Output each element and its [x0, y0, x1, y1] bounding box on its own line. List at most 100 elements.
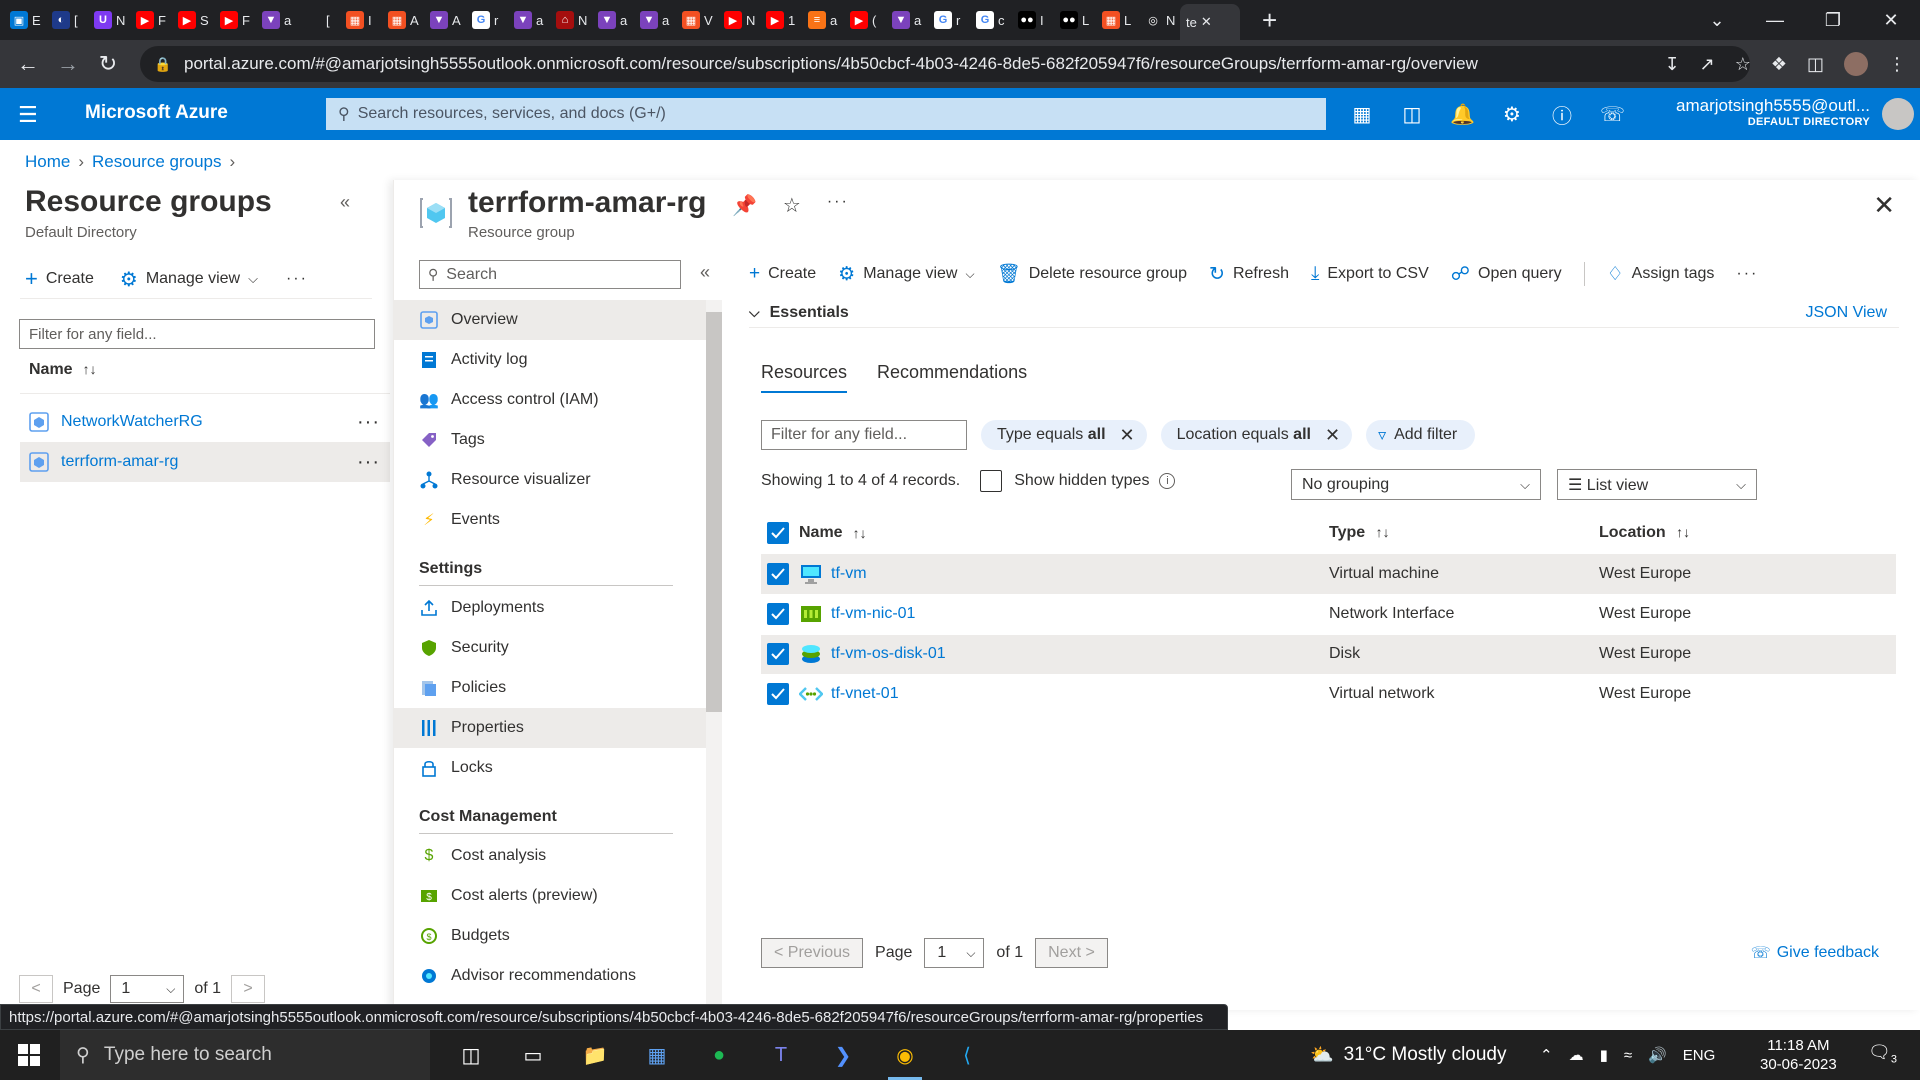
notification-icon[interactable]: 🗨3 [1868, 1042, 1897, 1066]
give-feedback-link[interactable]: ☏ Give feedback [1751, 943, 1879, 963]
browser-tab[interactable]: Gr [466, 4, 504, 36]
more-icon[interactable]: ··· [827, 193, 849, 218]
close-icon[interactable]: ✕ [1120, 425, 1135, 446]
browser-tab[interactable]: ●● I [1012, 4, 1050, 36]
browser-tab[interactable]: Gr [928, 4, 966, 36]
azure-search-input[interactable]: ⚲ Search resources, services, and docs (… [326, 98, 1326, 130]
name-column-header[interactable]: Name ↑↓ [29, 361, 97, 379]
menu-item-properties[interactable]: Properties [394, 708, 706, 748]
tab-recommendations[interactable]: Recommendations [877, 362, 1027, 393]
menu-item-tags[interactable]: Tags [394, 420, 706, 460]
resource-link[interactable]: tf-vnet-01 [831, 685, 899, 703]
assign-tags-button[interactable]: ♢ Assign tags [1607, 263, 1715, 286]
page-select[interactable]: 1 ⌵ [924, 938, 985, 968]
gear-icon[interactable]: ⚙ [1500, 102, 1524, 127]
teams-icon[interactable]: T [750, 1030, 812, 1080]
menu-item-iam[interactable]: 👥 Access control (IAM) [394, 380, 706, 420]
browser-tab[interactable]: ▦ L [1096, 4, 1134, 36]
help-icon[interactable]: ⓘ [1550, 100, 1574, 129]
collapse-icon[interactable]: « [700, 262, 710, 283]
create-button[interactable]: Create [46, 270, 94, 288]
next-page-button[interactable]: > [231, 975, 266, 1003]
sort-up-icon[interactable]: ↑↓ [853, 525, 867, 541]
chevron-down-icon[interactable]: ⌵ [248, 271, 258, 287]
add-filter-button[interactable]: ▿ Add filter [1366, 420, 1476, 450]
breadcrumb-resource-groups[interactable]: Resource groups [92, 152, 221, 172]
pin-icon[interactable]: 📌 [732, 193, 757, 218]
browser-tab[interactable]: ▶ F [130, 4, 168, 36]
browser-tab[interactable]: ▼ a [634, 4, 672, 36]
resource-filter-input[interactable]: Filter for any field... [761, 420, 967, 450]
name-column-header[interactable]: Name [799, 524, 843, 542]
menu-item-locks[interactable]: Locks [394, 748, 706, 788]
wifi-icon[interactable]: ≈ [1624, 1047, 1632, 1064]
more-icon[interactable]: ··· [1736, 265, 1758, 283]
onedrive-icon[interactable]: ☁ [1569, 1046, 1584, 1064]
browser-tab[interactable]: ≡ a [802, 4, 840, 36]
menu-item-activity-log[interactable]: Activity log [394, 340, 706, 380]
new-tab-button[interactable]: + [1262, 5, 1277, 36]
browser-tab[interactable]: ▼ a [508, 4, 546, 36]
delete-resource-group-button[interactable]: 🗑 Delete resource group [997, 262, 1187, 286]
breadcrumb-home[interactable]: Home [25, 152, 70, 172]
view-dropdown[interactable]: ☰ List view ⌵ [1557, 469, 1757, 500]
next-button[interactable]: Next > [1035, 938, 1108, 968]
forward-button[interactable]: → [48, 44, 88, 84]
task-view-icon[interactable]: ◫ [440, 1030, 502, 1080]
close-tab-icon[interactable]: ✕ [1201, 14, 1212, 30]
resource-link[interactable]: tf-vm-os-disk-01 [831, 645, 946, 663]
file-explorer-icon[interactable]: 📁 [564, 1030, 626, 1080]
user-avatar[interactable] [1882, 98, 1914, 130]
windows-start-icon[interactable] [18, 1044, 40, 1066]
tab-search-icon[interactable]: ⌄ [1688, 10, 1746, 31]
sort-icon[interactable]: ↑↓ [1676, 524, 1690, 540]
browser-tab[interactable]: ▦ V [676, 4, 714, 36]
menu-item-resource-visualizer[interactable]: Resource visualizer [394, 460, 706, 500]
type-filter-pill[interactable]: Type equals all ✕ [981, 420, 1147, 450]
directory-filter-icon[interactable]: ◫ [1400, 102, 1424, 127]
collapse-icon[interactable]: « [340, 192, 350, 213]
terminal-icon[interactable]: ▭ [502, 1030, 564, 1080]
browser-tab[interactable]: ▼ a [886, 4, 924, 36]
cloud-shell-icon[interactable]: ▦ [1350, 102, 1374, 127]
row-checkbox[interactable] [767, 683, 789, 705]
show-hidden-checkbox[interactable] [980, 470, 1003, 492]
battery-icon[interactable]: ▮ [1600, 1046, 1608, 1064]
filter-input[interactable]: Filter for any field... [19, 319, 375, 349]
browser-tab[interactable]: ▦ A [382, 4, 420, 36]
essentials-toggle[interactable]: ⌵ Essentials JSON View [749, 298, 1899, 328]
browser-tab[interactable]: ▦ I [340, 4, 378, 36]
azure-brand[interactable]: Microsoft Azure [85, 102, 228, 124]
sort-icon[interactable]: ↑↓ [1376, 524, 1390, 540]
table-row[interactable]: tf-vm-nic-01 Network Interface West Euro… [761, 594, 1896, 635]
browser-tab[interactable]: ●● L [1054, 4, 1092, 36]
export-csv-button[interactable]: ⤓ Export to CSV [1311, 263, 1429, 285]
browser-tab[interactable]: ◎ N [1138, 4, 1176, 36]
back-button[interactable]: ← [8, 44, 48, 84]
address-bar[interactable]: 🔒 portal.azure.com/#@amarjotsingh5555out… [140, 46, 1750, 82]
extensions-icon[interactable]: ❖ [1771, 54, 1787, 75]
browser-tab[interactable]: ◐[ [46, 4, 84, 36]
location-column-header[interactable]: Location [1599, 524, 1666, 541]
browser-tab[interactable]: ▶ 1 [760, 4, 798, 36]
manage-view-button[interactable]: ⚙ Manage view ⌵ [838, 263, 974, 286]
minimize-icon[interactable]: — [1746, 10, 1804, 31]
previous-page-button[interactable]: < [19, 975, 53, 1003]
resource-link[interactable]: tf-vm-nic-01 [831, 605, 915, 623]
browser-tab[interactable]: ▼ A [424, 4, 462, 36]
menu-item-security[interactable]: Security [394, 628, 706, 668]
language-indicator[interactable]: ENG [1683, 1047, 1716, 1064]
browser-tab-active[interactable]: te ✕ [1180, 4, 1240, 40]
sidepanel-icon[interactable]: ◫ [1807, 54, 1824, 75]
reload-button[interactable]: ↻ [88, 44, 128, 84]
account-menu[interactable]: amarjotsingh5555@outl... DEFAULT DIRECTO… [1676, 96, 1870, 128]
resource-link[interactable]: tf-vm [831, 565, 867, 583]
close-window-icon[interactable]: ✕ [1862, 10, 1920, 31]
hamburger-icon[interactable]: ☰ [18, 102, 38, 128]
row-checkbox[interactable] [767, 603, 789, 625]
restore-icon[interactable]: ❐ [1804, 10, 1862, 31]
json-view-link[interactable]: JSON View [1805, 304, 1887, 322]
table-row[interactable]: tf-vnet-01 Virtual network West Europe [761, 674, 1896, 715]
grouping-dropdown[interactable]: No grouping ⌵ [1291, 469, 1541, 500]
previous-button[interactable]: < Previous [761, 938, 864, 968]
